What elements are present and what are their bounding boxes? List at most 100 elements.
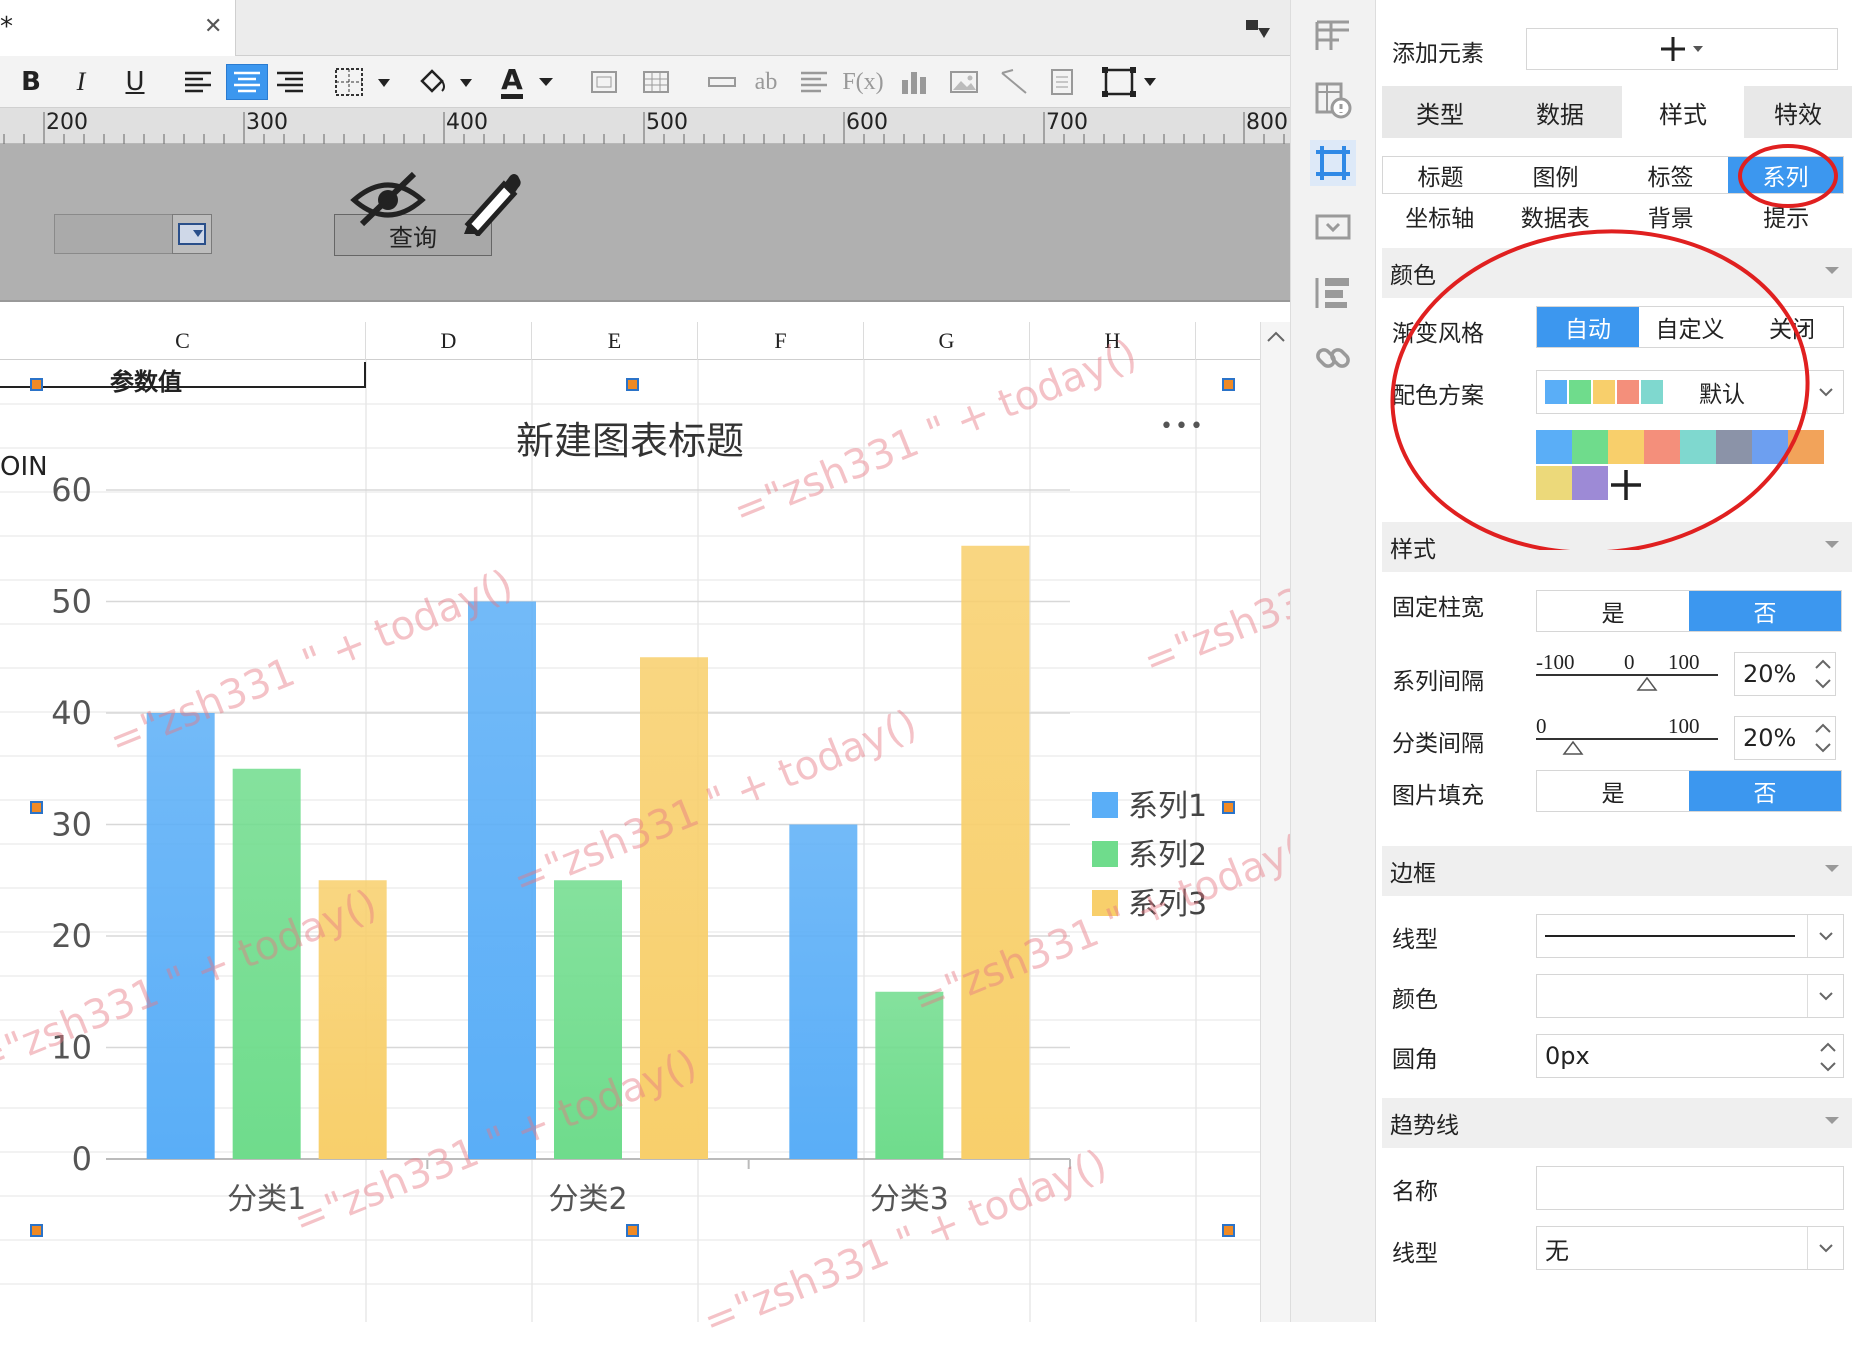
cell-attribute-icon[interactable]	[1313, 80, 1353, 120]
tab-close-icon[interactable]: ✕	[204, 14, 222, 39]
column-header[interactable]: C	[0, 322, 366, 360]
underline-button[interactable]: U	[120, 64, 150, 100]
border-style-icon[interactable]	[334, 64, 394, 100]
category-gap-min: 0	[1536, 714, 1547, 738]
collapse-icon	[1824, 1116, 1840, 1126]
trend-section-title: 趋势线	[1390, 1113, 1459, 1139]
add-element-label: 添加元素	[1392, 41, 1484, 67]
resize-handle[interactable]	[626, 1224, 639, 1237]
y-tick-label: 40	[51, 694, 92, 732]
insert-form-icon[interactable]	[1044, 64, 1080, 100]
resize-handle[interactable]	[1222, 801, 1235, 814]
tab-label: *	[0, 12, 13, 42]
vertical-scrollbar[interactable]	[1260, 322, 1290, 1322]
image-fill-yes[interactable]: 是	[1537, 771, 1689, 811]
column-header[interactable]: F	[698, 322, 864, 360]
insert-image-icon[interactable]	[946, 64, 982, 100]
insert-paragraph-icon[interactable]	[796, 64, 832, 100]
y-tick-label: 30	[51, 806, 92, 844]
chart-title[interactable]: 新建图表标题	[430, 410, 830, 465]
insert-field-icon[interactable]	[704, 64, 740, 100]
trend-name-input[interactable]	[1536, 1166, 1844, 1210]
font-color-dropdown-icon[interactable]	[536, 64, 556, 100]
bar	[789, 824, 858, 1159]
collapse-corner-icon[interactable]	[1244, 16, 1272, 40]
condition-attribute-icon[interactable]	[1313, 274, 1353, 310]
insert-formula-button[interactable]: F(x)	[838, 64, 888, 100]
series-gap-max: 100	[1668, 650, 1700, 674]
edit-pencil-icon[interactable]	[458, 168, 522, 236]
insert-text-button[interactable]: ab	[748, 64, 784, 100]
line-type-label: 线型	[1392, 927, 1438, 953]
insert-line-icon[interactable]	[996, 64, 1032, 100]
parameter-combo-input[interactable]	[54, 214, 174, 254]
float-element-icon[interactable]	[1313, 210, 1353, 244]
property-icon-rail	[1290, 0, 1376, 1322]
insert-chart-icon[interactable]	[896, 64, 932, 100]
category-gap-max: 100	[1668, 714, 1700, 738]
y-tick-label: 20	[51, 917, 92, 955]
add-element-button[interactable]	[1526, 28, 1838, 70]
resize-handle[interactable]	[30, 378, 43, 391]
bar	[961, 545, 1030, 1159]
ruler-label: 500	[646, 110, 688, 135]
hidden-eye-icon[interactable]	[350, 170, 426, 230]
annotation-circles	[1390, 144, 1838, 550]
ruler-label: 700	[1046, 110, 1088, 135]
document-tab[interactable]: * ✕	[0, 0, 236, 56]
series-gap-slider-track[interactable]	[1536, 674, 1718, 676]
legend-label: 系列1	[1128, 789, 1207, 824]
series-gap-min: -100	[1536, 650, 1575, 674]
insert-table-icon[interactable]	[638, 64, 674, 100]
resize-handle[interactable]	[30, 801, 43, 814]
radius-input[interactable]: 0px	[1536, 1034, 1844, 1078]
column-header[interactable]: E	[532, 322, 698, 360]
chevron-down-icon	[1807, 915, 1843, 957]
italic-button[interactable]: I	[66, 64, 96, 100]
series-gap-stepper-icon[interactable]	[1808, 652, 1838, 696]
category-gap-slider-thumb[interactable]	[1562, 740, 1584, 756]
bold-button[interactable]: B	[16, 64, 46, 100]
line-type-select[interactable]	[1536, 914, 1844, 958]
border-section-header[interactable]: 边框	[1382, 846, 1852, 896]
hyperlink-icon[interactable]	[1313, 338, 1353, 378]
align-right-icon[interactable]	[272, 64, 308, 100]
fixed-width-label: 固定柱宽	[1392, 595, 1484, 621]
y-tick-label: 0	[72, 1140, 92, 1178]
trend-section-header[interactable]: 趋势线	[1382, 1098, 1852, 1148]
fill-color-icon[interactable]	[416, 64, 476, 100]
font-color-button[interactable]: A	[494, 64, 530, 100]
border-color-label: 颜色	[1392, 987, 1438, 1013]
chart-more-icon[interactable]: •••	[1160, 414, 1205, 439]
resize-handle[interactable]	[30, 1224, 43, 1237]
trend-name-label: 名称	[1392, 1179, 1438, 1205]
cell-element-icon[interactable]	[1313, 18, 1353, 54]
image-fill-no[interactable]: 否	[1689, 771, 1841, 811]
chevron-down-icon	[1807, 975, 1843, 1017]
series-gap-mid: 0	[1624, 650, 1635, 674]
resize-handle[interactable]	[1222, 1224, 1235, 1237]
fixed-width-no[interactable]: 否	[1689, 591, 1841, 631]
insert-shape-icon[interactable]	[1100, 64, 1160, 100]
column-header[interactable]: D	[366, 322, 532, 360]
column-header[interactable]: G	[864, 322, 1030, 360]
radius-stepper-icon[interactable]	[1813, 1035, 1843, 1079]
resize-handle[interactable]	[1222, 378, 1235, 391]
align-center-icon[interactable]	[226, 64, 268, 100]
image-fill-toggle: 是 否	[1536, 770, 1842, 812]
align-left-icon[interactable]	[180, 64, 216, 100]
series-gap-slider-thumb[interactable]	[1636, 676, 1658, 692]
trend-line-type-value: 无	[1545, 1236, 1569, 1265]
insert-frame-icon[interactable]	[586, 64, 622, 100]
trend-line-type-select[interactable]: 无	[1536, 1226, 1844, 1270]
category-gap-stepper-icon[interactable]	[1808, 716, 1838, 760]
ruler-label: 600	[846, 110, 888, 135]
widget-settings-icon[interactable]	[1310, 140, 1356, 186]
resize-handle[interactable]	[626, 378, 639, 391]
border-color-select[interactable]	[1536, 974, 1844, 1018]
fixed-width-yes[interactable]: 是	[1537, 591, 1689, 631]
series-gap-label: 系列间隔	[1392, 669, 1484, 695]
solid-line-preview	[1545, 935, 1795, 937]
bar	[146, 713, 215, 1159]
combo-dropdown-icon[interactable]	[172, 214, 212, 254]
